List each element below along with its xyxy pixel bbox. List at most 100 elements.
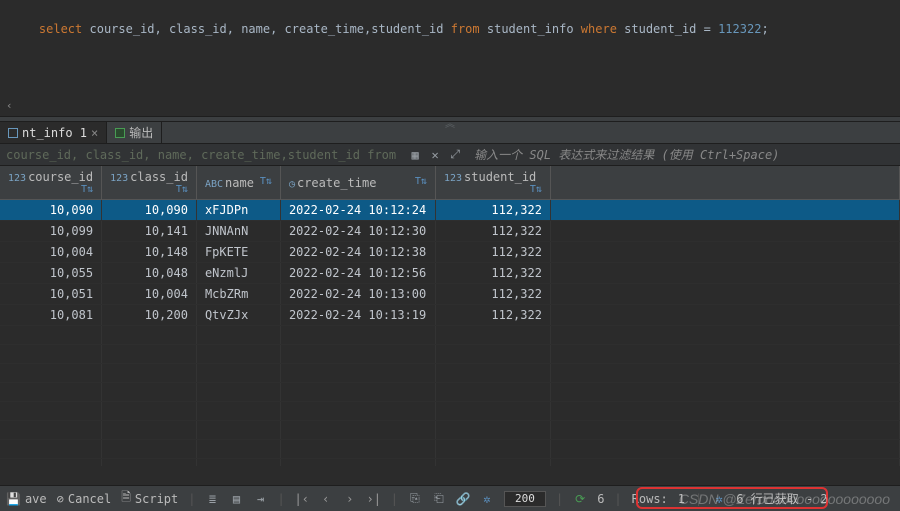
column-name: name	[225, 176, 254, 190]
column-name: class_id	[130, 170, 188, 184]
column-name: course_id	[28, 170, 93, 184]
sort-icon[interactable]: T⇅	[176, 184, 188, 195]
page-size-input[interactable]	[504, 491, 546, 507]
tab-output[interactable]: 输出	[107, 122, 162, 143]
cell-name[interactable]: eNzmlJ	[196, 263, 280, 284]
cell-student_id[interactable]: 112,322	[435, 305, 550, 326]
cell-student_id[interactable]: 112,322	[435, 221, 550, 242]
cell-course_id[interactable]: 10,051	[0, 284, 102, 305]
cell-create_time[interactable]: 2022-02-24 10:12:30	[280, 221, 435, 242]
sort-icon[interactable]: T⇅	[81, 184, 93, 195]
rows-label: Rows:	[632, 492, 668, 506]
script-button[interactable]: 🗎Script	[121, 488, 178, 509]
cell-create_time[interactable]: 2022-02-24 10:12:24	[280, 200, 435, 221]
table-row[interactable]: 10,05510,048eNzmlJ2022-02-24 10:12:56112…	[0, 263, 900, 284]
cancel-icon: ⊘	[57, 492, 64, 506]
settings-icon[interactable]: ✲	[480, 492, 494, 506]
column-header-student_id[interactable]: 123student_idT⇅	[435, 166, 550, 200]
pane-splitter[interactable]: ︽	[0, 116, 900, 122]
cell-student_id[interactable]: 112,322	[435, 284, 550, 305]
cell-course_id[interactable]: 10,099	[0, 221, 102, 242]
sql-literal: 112322	[718, 22, 761, 36]
sort-icon[interactable]: T⇅	[260, 176, 272, 187]
export-icon[interactable]: ⎘	[408, 492, 422, 506]
cell-class_id[interactable]: 10,004	[102, 284, 197, 305]
cell-name[interactable]: FpKETE	[196, 242, 280, 263]
filter-hint[interactable]: 输入一个 SQL 表达式来过滤结果 (使用 Ctrl+Space)	[468, 146, 779, 163]
cell-name[interactable]: McbZRm	[196, 284, 280, 305]
sort-icon[interactable]: T⇅	[530, 184, 542, 195]
close-icon[interactable]: ×	[91, 126, 98, 140]
table-row[interactable]: 10,00410,148FpKETE2022-02-24 10:12:38112…	[0, 242, 900, 263]
scroll-left-icon[interactable]: ‹	[6, 99, 13, 112]
column-header-name[interactable]: ABCname T⇅	[196, 166, 280, 200]
table-row[interactable]: 10,09010,090xFJDPn2022-02-24 10:12:24112…	[0, 200, 900, 221]
cell-create_time[interactable]: 2022-02-24 10:13:00	[280, 284, 435, 305]
prev-page-icon[interactable]: ‹	[319, 492, 333, 506]
remove-column-icon[interactable]: ✕	[428, 148, 442, 162]
fetched-text: 6 行已获取 - 2	[736, 490, 827, 507]
column-header-course_id[interactable]: 123course_idT⇅	[0, 166, 102, 200]
tab-output-label: 输出	[129, 124, 153, 141]
table-row[interactable]: 10,05110,004McbZRm2022-02-24 10:13:00112…	[0, 284, 900, 305]
table-row-empty	[0, 383, 900, 402]
save-button[interactable]: 💾ave	[6, 492, 47, 506]
type-prefix-icon: 123	[110, 173, 128, 184]
column-name: student_id	[464, 170, 536, 184]
sql-fields: course_id, class_id, name, create_time,s…	[82, 22, 450, 36]
add-column-icon[interactable]: ▦	[408, 148, 422, 162]
sql-table: student_info	[480, 22, 581, 36]
first-page-icon[interactable]: |‹	[295, 492, 309, 506]
table-row-empty	[0, 345, 900, 364]
cell-student_id[interactable]: 112,322	[435, 242, 550, 263]
status-bar: 💾ave ⊘Cancel 🗎Script | ≣ ▤ ⇥ | |‹ ‹ › ›|…	[0, 485, 900, 511]
cell-name[interactable]: xFJDPn	[196, 200, 280, 221]
cell-name[interactable]: JNNAnN	[196, 221, 280, 242]
table-row-empty	[0, 440, 900, 459]
next-page-icon[interactable]: ›	[343, 492, 357, 506]
output-icon	[115, 128, 125, 138]
column-header-create_time[interactable]: ◷create_timeT⇅	[280, 166, 435, 200]
expand-icon[interactable]: ⤢	[448, 148, 462, 162]
cell-course_id[interactable]: 10,081	[0, 305, 102, 326]
refresh-count: 6	[597, 492, 604, 506]
cancel-button[interactable]: ⊘Cancel	[57, 492, 112, 506]
cell-class_id[interactable]: 10,141	[102, 221, 197, 242]
cell-name[interactable]: QtvZJx	[196, 305, 280, 326]
import-icon[interactable]: ⎗	[432, 492, 446, 506]
cell-class_id[interactable]: 10,200	[102, 305, 197, 326]
table-row[interactable]: 10,08110,200QtvZJx2022-02-24 10:13:19112…	[0, 305, 900, 326]
layout-icon[interactable]: ▤	[229, 492, 243, 506]
link-icon[interactable]: 🔗	[456, 492, 470, 506]
sql-condition-lhs: student_id =	[617, 22, 718, 36]
justify-icon[interactable]: ≣	[205, 492, 219, 506]
cell-course_id[interactable]: 10,055	[0, 263, 102, 284]
refresh-icon[interactable]: ⟳	[573, 492, 587, 506]
header-row: 123course_idT⇅123class_idT⇅ABCnameT⇅◷cre…	[0, 166, 900, 200]
cell-course_id[interactable]: 10,090	[0, 200, 102, 221]
table-row[interactable]: 10,09910,141JNNAnN2022-02-24 10:12:30112…	[0, 221, 900, 242]
collapse-icon[interactable]: ⇥	[253, 492, 267, 506]
cell-create_time[interactable]: 2022-02-24 10:12:38	[280, 242, 435, 263]
column-header-class_id[interactable]: 123class_idT⇅	[102, 166, 197, 200]
cell-course_id[interactable]: 10,004	[0, 242, 102, 263]
save-icon: 💾	[6, 492, 21, 506]
info-icon: ✲	[712, 492, 726, 506]
type-prefix-icon: 123	[444, 173, 462, 184]
table-row-empty	[0, 326, 900, 345]
cell-class_id[interactable]: 10,148	[102, 242, 197, 263]
sort-icon[interactable]: T⇅	[415, 176, 427, 187]
type-prefix-icon: ABC	[205, 179, 223, 190]
last-page-icon[interactable]: ›|	[367, 492, 381, 506]
cell-class_id[interactable]: 10,090	[102, 200, 197, 221]
tab-result[interactable]: nt_info 1 ×	[0, 122, 107, 143]
cell-create_time[interactable]: 2022-02-24 10:13:19	[280, 305, 435, 326]
sql-terminator: ;	[761, 22, 768, 36]
cell-create_time[interactable]: 2022-02-24 10:12:56	[280, 263, 435, 284]
cell-student_id[interactable]: 112,322	[435, 200, 550, 221]
table-row-empty	[0, 421, 900, 440]
sql-editor[interactable]: select course_id, class_id, name, create…	[0, 0, 900, 116]
cell-class_id[interactable]: 10,048	[102, 263, 197, 284]
keyword-select: select	[39, 22, 82, 36]
cell-student_id[interactable]: 112,322	[435, 263, 550, 284]
